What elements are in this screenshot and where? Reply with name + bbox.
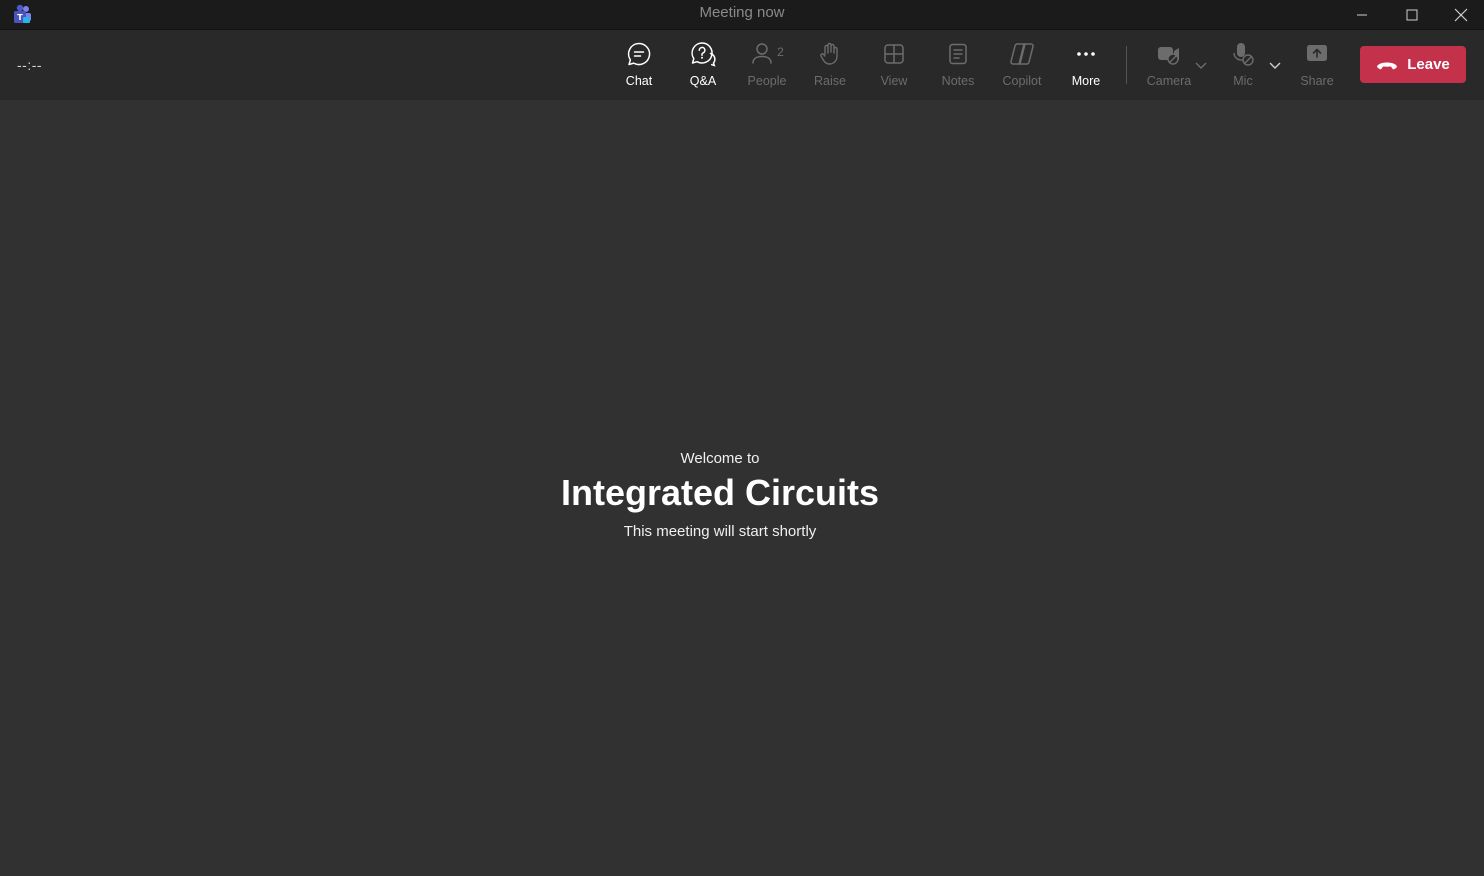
meeting-stage: Welcome to Integrated Circuits This meet… xyxy=(0,100,1484,876)
qa-label: Q&A xyxy=(689,74,717,88)
meeting-toolbar: --:-- Chat Q&A 2 People Raise View Notes… xyxy=(0,30,1484,100)
mic-options-chevron-icon[interactable] xyxy=(1268,58,1282,72)
meeting-timer: --:-- xyxy=(17,57,43,73)
view-button[interactable]: View xyxy=(865,40,923,92)
leave-button[interactable]: Leave xyxy=(1360,46,1466,83)
mic-label: Mic xyxy=(1233,74,1253,88)
camera-options-chevron-icon[interactable] xyxy=(1194,58,1208,72)
welcome-text: Welcome to xyxy=(680,450,760,467)
welcome-message: Welcome to Integrated Circuits This meet… xyxy=(0,450,1484,540)
chat-label: Chat xyxy=(625,74,653,88)
meeting-name: Integrated Circuits xyxy=(560,472,880,513)
maximize-icon xyxy=(1406,9,1418,20)
copilot-icon xyxy=(1010,43,1034,65)
leave-label: Leave xyxy=(1407,56,1450,73)
camera-label: Camera xyxy=(1146,74,1192,88)
camera-off-icon xyxy=(1158,47,1179,65)
chat-button[interactable]: Chat xyxy=(610,40,668,92)
qa-button[interactable]: Q&A xyxy=(674,40,732,92)
people-icon xyxy=(752,43,772,64)
close-icon xyxy=(1454,8,1468,21)
people-label: People xyxy=(747,74,787,88)
title-bar: T Meeting now xyxy=(0,0,1484,30)
share-screen-icon xyxy=(1307,45,1327,61)
minimize-icon xyxy=(1357,14,1367,15)
share-button[interactable]: Share xyxy=(1288,40,1346,92)
share-label: Share xyxy=(1300,74,1334,88)
copilot-label: Copilot xyxy=(1002,74,1042,88)
notes-icon xyxy=(949,43,967,65)
raise-hand-button[interactable]: Raise xyxy=(801,40,859,92)
view-label: View xyxy=(880,74,908,88)
qa-icon xyxy=(691,42,716,67)
people-button[interactable]: 2 People xyxy=(738,40,796,92)
meeting-status: This meeting will start shortly xyxy=(623,523,817,540)
minimize-button[interactable] xyxy=(1339,0,1385,29)
close-window-button[interactable] xyxy=(1438,0,1484,29)
toolbar-separator xyxy=(1126,46,1127,84)
mic-button[interactable]: Mic xyxy=(1214,40,1272,92)
more-button[interactable]: More xyxy=(1057,40,1115,92)
camera-button[interactable]: Camera xyxy=(1140,40,1198,92)
more-dots-icon xyxy=(1077,52,1095,56)
notes-button[interactable]: Notes xyxy=(929,40,987,92)
copilot-button[interactable]: Copilot xyxy=(993,40,1051,92)
window-title: Meeting now xyxy=(699,4,785,21)
mic-off-icon xyxy=(1233,43,1254,66)
maximize-button[interactable] xyxy=(1389,0,1435,29)
notes-label: Notes xyxy=(941,74,975,88)
more-label: More xyxy=(1071,74,1101,88)
hang-up-icon xyxy=(1377,62,1398,69)
raise-label: Raise xyxy=(814,74,846,88)
raise-hand-icon xyxy=(820,42,838,65)
chat-icon xyxy=(627,42,651,66)
people-count-badge: 2 xyxy=(777,45,784,59)
view-grid-icon xyxy=(884,44,904,64)
